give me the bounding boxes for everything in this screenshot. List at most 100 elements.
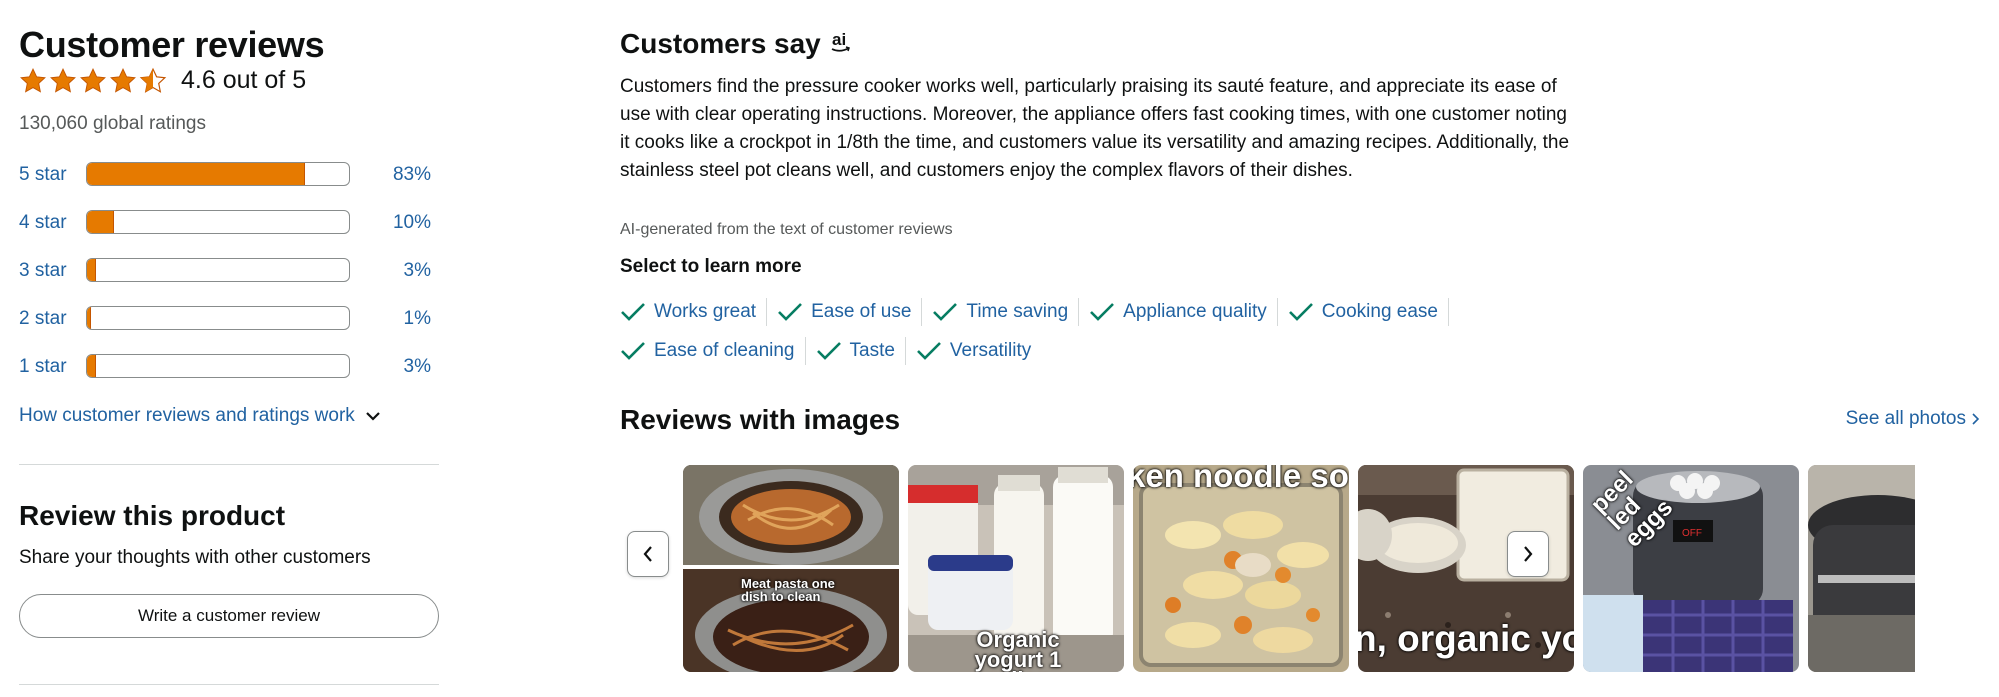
histogram-row-3-star[interactable]: 3 star 3% — [19, 256, 439, 304]
see-all-photos-label: See all photos — [1845, 408, 1966, 429]
chip-label: Time saving — [966, 300, 1069, 322]
review-photo[interactable]: Meat pasta one dish to clean — [683, 465, 899, 672]
chip-works-great[interactable]: Works great — [620, 297, 768, 326]
chevron-down-icon — [366, 412, 380, 421]
review-this-product-title: Review this product — [19, 500, 286, 531]
review-summary: Customers find the pressure cooker works… — [620, 76, 1570, 181]
histogram-label[interactable]: 3 star — [19, 260, 67, 282]
histogram-row-2-star[interactable]: 2 star 1% — [19, 304, 439, 352]
photo-caption: Organic yogurt 1 gallon — [974, 627, 1062, 673]
histogram-bar[interactable] — [86, 162, 350, 186]
rating-histogram: 5 star 83% 4 star 10% 3 star 3% 2 star 1… — [19, 160, 439, 400]
pressure-cooker-photo-image — [1808, 465, 1915, 672]
photo-caption: n, organic yo — [1358, 618, 1574, 659]
histogram-bar[interactable] — [86, 306, 350, 330]
see-all-photos-link[interactable]: See all photos — [1846, 408, 1980, 430]
chip-cooking-ease[interactable]: Cooking ease — [1288, 297, 1449, 326]
chip-row: Works great Ease of use Time saving Appl… — [620, 292, 1620, 331]
review-photo[interactable]: Organic yogurt 1 gallon — [908, 465, 1124, 672]
how-reviews-work-label: How customer reviews and ratings work — [19, 405, 355, 426]
histogram-percent[interactable]: 3% — [404, 260, 431, 282]
histogram-bar[interactable] — [86, 210, 350, 234]
histogram-percent[interactable]: 83% — [393, 164, 431, 186]
chip-time-saving[interactable]: Time saving — [932, 297, 1080, 326]
review-photo[interactable] — [1808, 465, 1915, 672]
chip-label: Cooking ease — [1321, 300, 1438, 322]
photo-caption: Meat pasta one dish to clean — [741, 576, 835, 604]
svg-text:ai: ai — [832, 30, 846, 49]
check-icon — [621, 302, 645, 321]
chip-label: Taste — [849, 339, 895, 361]
histogram-bar-fill — [87, 211, 115, 233]
histogram-label[interactable]: 4 star — [19, 212, 67, 234]
how-reviews-work-link[interactable]: How customer reviews and ratings work — [19, 405, 381, 427]
noodle-soup-photo-image — [1133, 465, 1349, 672]
chip-ease-of-cleaning[interactable]: Ease of cleaning — [620, 336, 806, 365]
section-divider — [19, 464, 439, 465]
check-icon — [816, 341, 841, 360]
histogram-bar-fill — [87, 259, 96, 281]
chip-versatility[interactable]: Versatility — [916, 337, 1041, 365]
section-divider — [19, 684, 439, 685]
histogram-row-5-star[interactable]: 5 star 83% — [19, 160, 439, 208]
write-review-button[interactable]: Write a customer review — [19, 594, 439, 638]
star-half-icon — [139, 67, 167, 93]
histogram-label[interactable]: 2 star — [19, 308, 67, 330]
customers-say-heading: Customers say ai — [620, 26, 857, 61]
star-rating — [19, 67, 167, 95]
histogram-percent[interactable]: 1% — [404, 308, 431, 330]
histogram-row-4-star[interactable]: 4 star 10% — [19, 208, 439, 256]
histogram-bar-fill — [87, 163, 306, 185]
review-photo[interactable]: OFF peel led eggs — [1583, 465, 1799, 672]
chip-label: Ease of use — [811, 300, 912, 322]
reviews-with-images-title: Reviews with images — [620, 404, 901, 435]
check-icon — [1288, 302, 1313, 321]
ai-icon: ai — [829, 26, 857, 61]
chevron-left-icon — [643, 546, 652, 562]
review-images-carousel: Meat pasta one dish to clean Organic yog… — [683, 465, 1915, 672]
carousel-next-button[interactable] — [1507, 531, 1549, 577]
customers-say-title: Customers say — [620, 27, 821, 59]
review-this-product-subtitle: Share your thoughts with other customers — [19, 547, 371, 568]
average-rating[interactable]: 4.6 out of 5 — [19, 66, 306, 95]
histogram-percent[interactable]: 10% — [393, 212, 431, 234]
select-to-learn-label: Select to learn more — [620, 256, 802, 277]
check-icon — [621, 341, 645, 360]
chip-taste[interactable]: Taste — [816, 336, 906, 365]
aspect-chips: Works great Ease of use Time saving Appl… — [620, 292, 1620, 370]
check-icon — [917, 341, 941, 360]
star-full-icon — [80, 67, 106, 93]
histogram-percent[interactable]: 3% — [404, 356, 431, 378]
chip-label: Versatility — [949, 339, 1032, 361]
check-icon — [1090, 302, 1115, 321]
chip-label: Ease of cleaning — [654, 339, 795, 361]
photo-caption: ken noodle so — [1133, 465, 1349, 494]
average-rating-text: 4.6 out of 5 — [181, 66, 307, 94]
histogram-bar[interactable] — [86, 258, 350, 282]
chevron-right-icon — [1972, 413, 1980, 425]
histogram-row-1-star[interactable]: 1 star 3% — [19, 352, 439, 400]
chip-label: Appliance quality — [1123, 300, 1267, 322]
reviews-title: Customer reviews — [19, 24, 325, 65]
histogram-bar-fill — [87, 307, 91, 329]
histogram-label[interactable]: 1 star — [19, 356, 67, 378]
carousel-prev-button[interactable] — [627, 531, 669, 577]
chip-label: Works great — [654, 300, 757, 322]
star-full-icon — [20, 67, 46, 93]
svg-text:OFF: OFF — [1682, 528, 1702, 539]
pasta-photo-image — [683, 465, 899, 672]
chip-appliance-quality[interactable]: Appliance quality — [1089, 297, 1278, 326]
check-icon — [933, 302, 958, 321]
ai-generated-note: AI-generated from the text of customer r… — [620, 221, 953, 238]
chevron-right-icon — [1524, 546, 1533, 562]
check-icon — [778, 302, 802, 321]
histogram-bar-fill — [87, 355, 96, 377]
histogram-label[interactable]: 5 star — [19, 164, 67, 186]
chip-row: Ease of cleaning Taste Versatility — [620, 331, 1620, 370]
chip-ease-of-use[interactable]: Ease of use — [777, 297, 923, 326]
global-ratings-count: 130,060 global ratings — [19, 113, 206, 134]
star-full-icon — [110, 67, 136, 93]
review-photo[interactable]: ken noodle so — [1133, 465, 1349, 672]
histogram-bar[interactable] — [86, 354, 350, 378]
star-full-icon — [50, 67, 76, 93]
